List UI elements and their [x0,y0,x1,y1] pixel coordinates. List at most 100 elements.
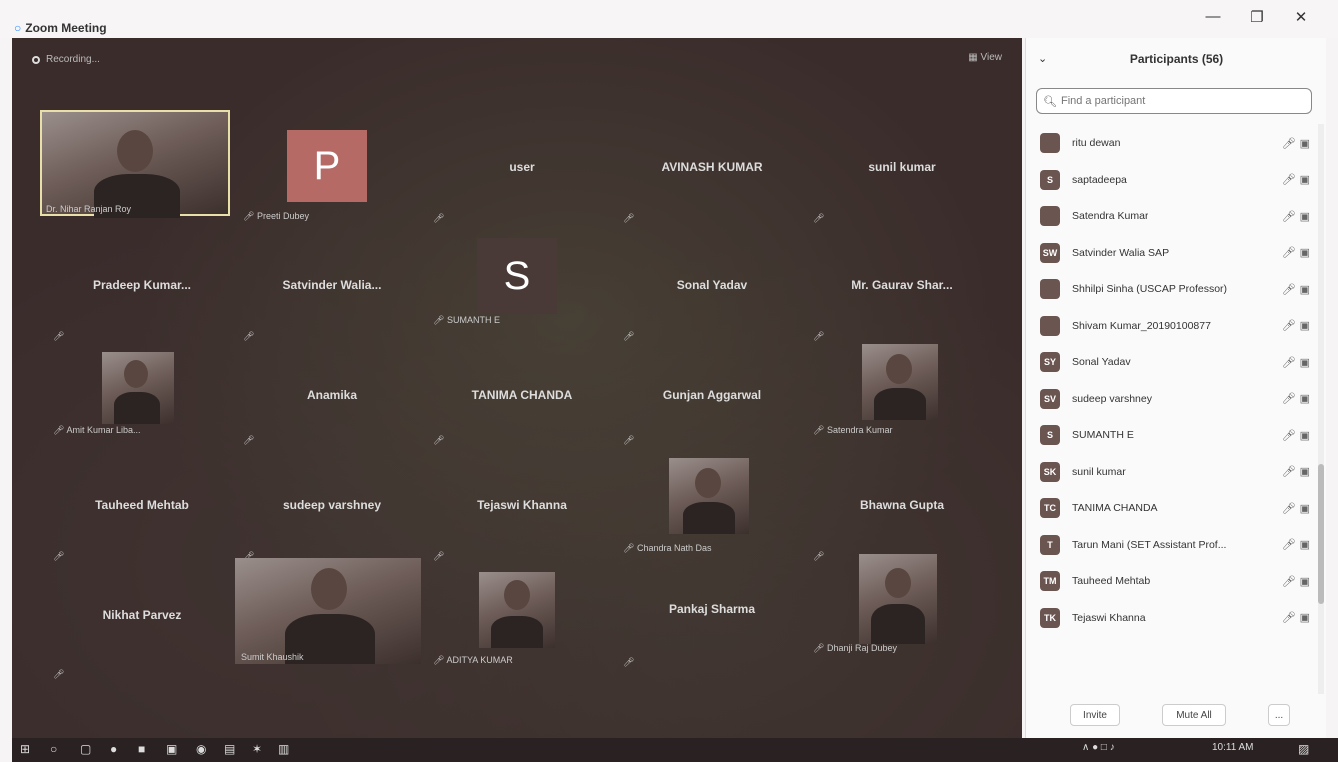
mic-video-status-icons[interactable]: 🎤︎▣ [1282,210,1314,223]
participant-row[interactable]: T Tarun Mani (SET Assistant Prof... 🎤︎▣ [1026,530,1316,560]
video-off-icon[interactable]: ▣ [1300,503,1314,515]
video-tile[interactable]: sunil kumar 🎤︎ [807,120,997,223]
close-icon[interactable]: ✕ [1288,8,1314,26]
video-off-icon[interactable]: ▣ [1300,284,1314,296]
video-tile[interactable]: Pradeep Kumar... 🎤︎ [47,238,237,341]
video-tile[interactable]: TANIMA CHANDA 🎤︎ [427,348,617,445]
mic-video-status-icons[interactable]: 🎤︎▣ [1282,429,1314,442]
video-off-icon[interactable]: ▣ [1300,357,1314,369]
muted-mic-icon[interactable]: 🎤︎ [1282,211,1300,223]
participant-row[interactable]: SV sudeep varshney 🎤︎▣ [1026,384,1316,414]
video-tile[interactable]: 🎤︎ ADITYA KUMAR [427,568,617,665]
mic-video-status-icons[interactable]: 🎤︎▣ [1282,465,1314,478]
video-off-icon[interactable]: ▣ [1300,466,1314,478]
mic-video-status-icons[interactable]: 🎤︎▣ [1282,538,1314,551]
video-tile[interactable]: Nikhat Parvez 🎤︎ [47,568,237,679]
video-tile[interactable]: 🎤︎ Satendra Kumar [807,344,997,440]
participant-row[interactable]: Satendra Kumar 🎤︎▣ [1026,201,1316,231]
video-off-icon[interactable]: ▣ [1300,138,1314,150]
system-tray-icons[interactable]: ∧ ● □ ♪ [1082,742,1115,753]
muted-mic-icon[interactable]: 🎤︎ [1282,284,1300,296]
muted-mic-icon[interactable]: 🎤︎ [1282,466,1300,478]
scrollbar[interactable] [1318,124,1324,694]
participant-row[interactable]: Shivam Kumar_20190100877 🎤︎▣ [1026,311,1316,341]
video-off-icon[interactable]: ▣ [1300,430,1314,442]
view-button[interactable]: ▦ View [968,52,1002,63]
windows-start-icon[interactable]: ⊞ [20,742,30,756]
video-tile[interactable]: Tauheed Mehtab 🎤︎ [47,458,237,561]
video-tile[interactable]: user 🎤︎ [427,120,617,223]
video-tile[interactable]: Sonal Yadav 🎤︎ [617,238,807,341]
video-tile[interactable]: 🎤︎ Amit Kumar Liba... [47,348,237,444]
mic-video-status-icons[interactable]: 🎤︎▣ [1282,137,1314,150]
muted-mic-icon[interactable]: 🎤︎ [1282,612,1300,624]
video-off-icon[interactable]: ▣ [1300,174,1314,186]
video-tile[interactable]: Sumit Khaushik [235,558,425,664]
app-icon[interactable]: ◉ [196,742,206,756]
video-tile[interactable]: Satvinder Walia... 🎤︎ [237,238,427,341]
video-off-icon[interactable]: ▣ [1300,393,1314,405]
video-tile[interactable]: Tejaswi Khanna 🎤︎ [427,458,617,561]
muted-mic-icon[interactable]: 🎤︎ [1282,503,1300,515]
minimize-icon[interactable]: — [1200,8,1226,25]
video-off-icon[interactable]: ▣ [1300,211,1314,223]
video-tile[interactable]: 🎤︎ Dhanji Raj Dubey [807,554,997,653]
video-tile[interactable]: sudeep varshney 🎤︎ [237,458,427,561]
participant-row[interactable]: ritu dewan 🎤︎▣ [1026,128,1316,158]
video-off-icon[interactable]: ▣ [1300,539,1314,551]
task-view-icon[interactable]: ▢ [80,742,91,756]
muted-mic-icon[interactable]: 🎤︎ [1282,576,1300,588]
video-tile[interactable]: Bhawna Gupta 🎤︎ [807,458,997,561]
participant-row[interactable]: TC TANIMA CHANDA 🎤︎▣ [1026,493,1316,523]
search-input[interactable] [1060,95,1291,107]
video-off-icon[interactable]: ▣ [1300,612,1314,624]
maximize-icon[interactable]: ❐ [1244,8,1270,26]
participant-row[interactable]: TM Tauheed Mehtab 🎤︎▣ [1026,566,1316,596]
file-explorer-icon[interactable]: ■ [138,742,145,756]
video-off-icon[interactable]: ▣ [1300,247,1314,259]
app-icon[interactable]: ✶ [252,742,262,756]
mic-video-status-icons[interactable]: 🎤︎▣ [1282,356,1314,369]
video-tile[interactable]: S 🎤︎ SUMANTH E [427,238,617,334]
more-button[interactable]: ... [1268,704,1290,726]
video-tile[interactable]: Pankaj Sharma 🎤︎ [617,562,807,667]
video-off-icon[interactable]: ▣ [1300,320,1314,332]
muted-mic-icon[interactable]: 🎤︎ [1282,247,1300,259]
recording-indicator[interactable]: Recording... [32,54,100,65]
video-tile[interactable]: Gunjan Aggarwal 🎤︎ [617,348,807,445]
mic-video-status-icons[interactable]: 🎤︎▣ [1282,283,1314,296]
mic-video-status-icons[interactable]: 🎤︎▣ [1282,611,1314,624]
invite-button[interactable]: Invite [1070,704,1120,726]
muted-mic-icon[interactable]: 🎤︎ [1282,138,1300,150]
mute-all-button[interactable]: Mute All [1162,704,1226,726]
video-tile[interactable]: Anamika 🎤︎ [237,348,427,445]
muted-mic-icon[interactable]: 🎤︎ [1282,357,1300,369]
scrollbar-thumb[interactable] [1318,464,1324,604]
video-tile[interactable]: Mr. Gaurav Shar... 🎤︎ [807,238,997,341]
mic-video-status-icons[interactable]: 🎤︎▣ [1282,575,1314,588]
participant-row[interactable]: Ssaptadeepa 🎤︎▣ [1026,165,1316,195]
video-off-icon[interactable]: ▣ [1300,576,1314,588]
participant-search[interactable]: 🔍︎ [1036,88,1312,114]
video-tile[interactable]: 🎤︎ Chandra Nath Das [617,454,807,553]
participant-row[interactable]: TK Tejaswi Khanna 🎤︎▣ [1026,603,1316,633]
store-icon[interactable]: ▣ [166,742,177,756]
muted-mic-icon[interactable]: 🎤︎ [1282,393,1300,405]
participant-row[interactable]: S SUMANTH E 🎤︎▣ [1026,420,1316,450]
video-tile[interactable]: Dr. Nihar Ranjan Roy [40,110,230,218]
mic-video-status-icons[interactable]: 🎤︎▣ [1282,319,1314,332]
participant-row[interactable]: Shhilpi Sinha (USCAP Professor) 🎤︎▣ [1026,274,1316,304]
muted-mic-icon[interactable]: 🎤︎ [1282,320,1300,332]
muted-mic-icon[interactable]: 🎤︎ [1282,174,1300,186]
muted-mic-icon[interactable]: 🎤︎ [1282,539,1300,551]
participant-row[interactable]: SW Satvinder Walia SAP 🎤︎▣ [1026,238,1316,268]
video-tile[interactable]: AVINASH KUMAR 🎤︎ [617,120,807,223]
video-tile[interactable]: P 🎤︎ Preeti Dubey [237,110,427,221]
mic-video-status-icons[interactable]: 🎤︎▣ [1282,246,1314,259]
mic-video-status-icons[interactable]: 🎤︎▣ [1282,502,1314,515]
mic-video-status-icons[interactable]: 🎤︎▣ [1282,173,1314,186]
mic-video-status-icons[interactable]: 🎤︎▣ [1282,392,1314,405]
zoom-taskbar-icon[interactable]: ▤ [224,742,235,756]
participant-row[interactable]: SK sunil kumar 🎤︎▣ [1026,457,1316,487]
participant-row[interactable]: SY Sonal Yadav 🎤︎▣ [1026,347,1316,377]
